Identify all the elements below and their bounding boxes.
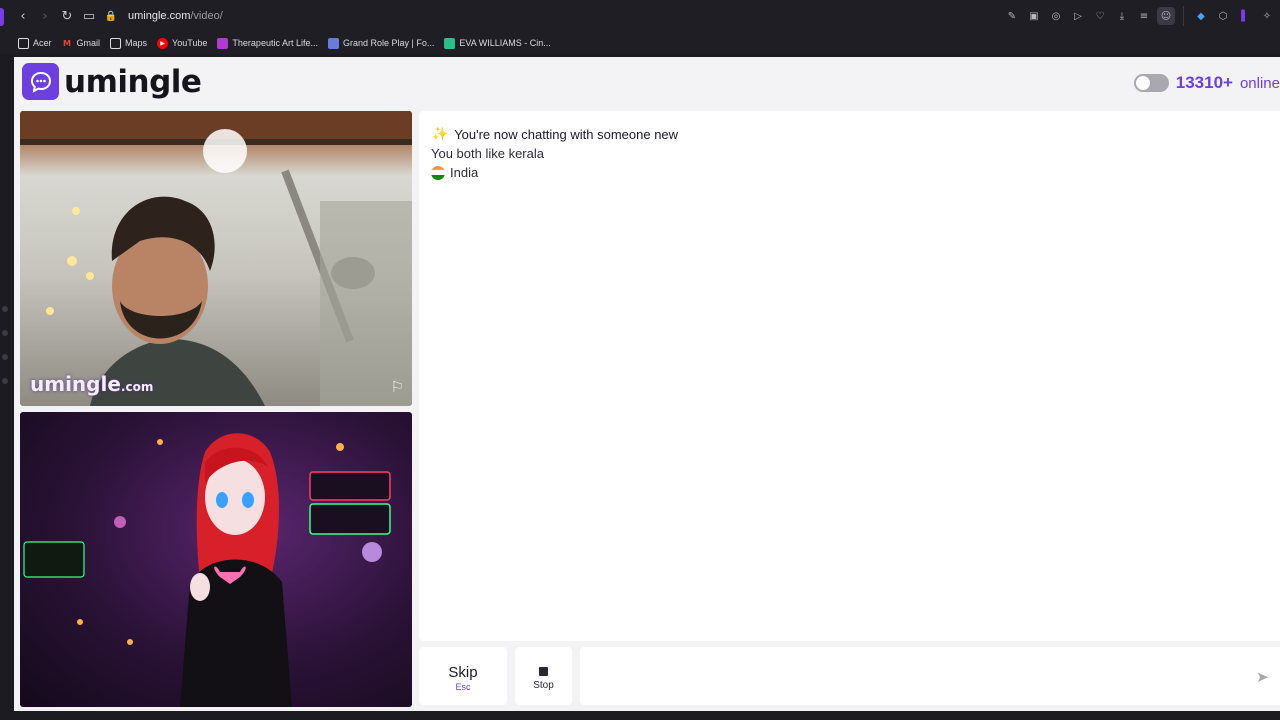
remote-video-scene — [20, 111, 412, 406]
logo-text: umingle — [64, 63, 202, 100]
message-input[interactable] — [580, 647, 1280, 705]
instagram-icon — [217, 37, 229, 49]
stop-button[interactable]: Stop — [515, 647, 572, 705]
browser-sidebar — [0, 54, 14, 720]
online-indicator: 13310+ online — [1133, 73, 1280, 93]
site-icon — [327, 37, 339, 49]
camera-icon[interactable]: ▣ — [1025, 7, 1043, 25]
common-interests-text: You both like kerala — [431, 146, 544, 161]
menu-icon[interactable]: ≡ — [1135, 7, 1153, 25]
bookmark-label: Maps — [125, 38, 148, 48]
lock-icon[interactable]: 🔒 — [100, 5, 122, 27]
url-host: umingle.com — [128, 10, 191, 22]
site-icon — [444, 37, 456, 49]
new-chat-text: You're now chatting with someone new — [454, 127, 679, 142]
gmail-icon: M — [63, 38, 71, 48]
bookmark-label: Therapeutic Art Life... — [232, 38, 318, 48]
stop-label: Stop — [533, 680, 554, 691]
bookmark-label: Acer — [33, 38, 52, 48]
toggle-knob — [1135, 76, 1150, 90]
skip-shortcut: Esc — [455, 682, 471, 692]
send-icon[interactable]: ➤ — [1256, 668, 1269, 686]
edit-icon[interactable]: ✎ — [1003, 7, 1021, 25]
bookmark-label: YouTube — [172, 38, 208, 48]
folder-icon — [18, 37, 29, 49]
sidebar-accent — [0, 8, 4, 26]
theme-toggle[interactable] — [1133, 74, 1169, 92]
bookmark-grand-role-play[interactable]: Grand Role Play | Fo... — [327, 37, 435, 49]
bookmark-label: EVA WILLIAMS - Cin... — [459, 38, 551, 48]
browser-toolbar: ‹ › ↻ ▭ 🔒 umingle.com/video/ ✎ ▣ ◎ ▷ ♡ ⤓… — [0, 0, 1280, 32]
sidebar-dot[interactable] — [2, 354, 8, 360]
ai-icon[interactable]: ✧ — [1258, 7, 1276, 25]
bookmark-label: Gmail — [76, 38, 101, 48]
country-text: India — [450, 165, 479, 180]
back-icon[interactable]: ‹ — [12, 5, 34, 27]
watermark-text: umingle — [30, 372, 121, 396]
chat-bubble-icon — [22, 63, 59, 100]
watermark-domain: .com — [120, 380, 154, 394]
bookmark-therapeutic-art[interactable]: Therapeutic Art Life... — [217, 37, 318, 49]
download-icon[interactable]: ⤓ — [1113, 7, 1131, 25]
bookmark-label: Grand Role Play | Fo... — [342, 38, 435, 48]
sidebar-toggle-icon[interactable]: ▌ — [1236, 7, 1254, 25]
report-flag-icon[interactable]: ⚐ — [391, 378, 404, 396]
chat-system-message: ✨ You're now chatting with someone new — [432, 127, 678, 142]
stop-icon — [539, 667, 548, 676]
address-bar[interactable]: umingle.com/video/ — [128, 10, 223, 22]
shield-icon[interactable]: ◎ — [1047, 7, 1065, 25]
sparkle-icon: ✨ — [432, 127, 449, 142]
bookmark-gmail[interactable]: M Gmail — [62, 38, 101, 49]
local-video-scene — [23, 433, 391, 707]
logo[interactable]: umingle — [22, 63, 202, 100]
online-count: 13310+ — [1175, 73, 1233, 92]
profile-icon[interactable]: ☺ — [1157, 7, 1175, 25]
tab-icon[interactable]: ▭ — [78, 5, 100, 27]
skip-label: Skip — [448, 664, 478, 681]
country-line: India — [431, 165, 478, 180]
window-bottom-edge — [0, 711, 1280, 720]
heart-icon[interactable]: ♡ — [1091, 7, 1109, 25]
bookmark-youtube[interactable]: ▶ YouTube — [157, 37, 208, 49]
sidebar-dot[interactable] — [2, 378, 8, 384]
bookmark-eva-williams[interactable]: EVA WILLIAMS - Cin... — [444, 37, 551, 49]
remote-video: umingle.com ⚐ — [20, 111, 412, 406]
skip-button[interactable]: Skip Esc — [419, 647, 507, 705]
maps-icon — [110, 37, 122, 49]
page: umingle 13310+ online umingle.com ⚐ ✨ Yo… — [14, 57, 1280, 711]
extension-icon[interactable]: ◆ — [1192, 7, 1210, 25]
reload-icon[interactable]: ↻ — [56, 5, 78, 27]
bookmark-acer[interactable]: Acer — [18, 37, 52, 49]
forward-icon[interactable]: › — [34, 5, 56, 27]
video-watermark: umingle.com — [30, 372, 153, 396]
sidebar-dot[interactable] — [2, 330, 8, 336]
local-video — [20, 412, 412, 707]
india-flag-icon — [431, 165, 445, 180]
chat-panel: ✨ You're now chatting with someone new Y… — [419, 111, 1280, 641]
url-path: /video/ — [190, 10, 223, 22]
bookmarks-bar: Acer M Gmail Maps ▶ YouTube Therapeutic Ar… — [0, 32, 1280, 54]
sidebar-dot[interactable] — [2, 306, 8, 312]
toolbar-divider — [1183, 6, 1184, 26]
youtube-icon: ▶ — [157, 37, 169, 49]
online-label: online — [1239, 74, 1280, 92]
bookmark-maps[interactable]: Maps — [110, 37, 148, 49]
play-icon[interactable]: ▷ — [1069, 7, 1087, 25]
cube-icon[interactable]: ⬡ — [1214, 7, 1232, 25]
